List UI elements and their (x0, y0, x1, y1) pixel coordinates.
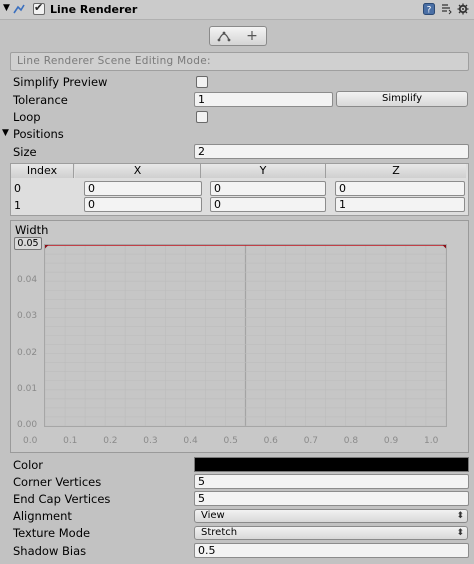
x-tick-label: 0.2 (103, 436, 118, 446)
help-icon[interactable]: ? (423, 3, 435, 16)
x-tick-label: 0.5 (223, 436, 238, 446)
end-cap-vertices-field[interactable]: 5 (194, 491, 469, 506)
y-tick-label: 0.04 (17, 275, 38, 286)
corner-vertices-field[interactable]: 5 (194, 474, 469, 489)
x-tick-label: 0.7 (303, 436, 319, 446)
y-tick-label: 0.01 (17, 383, 38, 394)
x-tick-label: 0.4 (183, 436, 198, 446)
position-x-field[interactable]: 0 (84, 181, 202, 196)
line-renderer-icon (13, 3, 25, 15)
x-tick-label: 1.0 (424, 436, 439, 446)
add-icon: + (246, 28, 258, 44)
svg-text:?: ? (427, 6, 432, 16)
y-tick-label: 0.03 (17, 311, 38, 322)
position-x-field[interactable]: 0 (84, 197, 202, 212)
x-tick-label: 0.1 (63, 436, 78, 446)
simplify-preview-checkbox[interactable] (196, 76, 208, 88)
width-curve-plot[interactable] (41, 241, 450, 427)
component-enabled-checkbox[interactable] (33, 1, 45, 15)
tolerance-label: Tolerance (13, 93, 68, 107)
simplify-button[interactable]: Simplify (336, 91, 468, 107)
width-curve-svg[interactable] (41, 241, 450, 427)
row-index: 1 (14, 199, 21, 212)
x-tick-label: 0.3 (143, 436, 158, 446)
gear-icon[interactable] (457, 3, 469, 15)
foldout-arrow-icon[interactable]: ▼ (3, 3, 10, 13)
scene-editing-mode-label: Line Renderer Scene Editing Mode: (17, 55, 211, 67)
position-z-field[interactable]: 1 (335, 197, 465, 212)
component-title: Line Renderer (50, 3, 138, 16)
column-header-z: Z (326, 164, 466, 178)
column-header-x: X (75, 164, 201, 178)
color-label: Color (13, 458, 44, 472)
position-y-field[interactable]: 0 (210, 197, 326, 212)
alignment-label: Alignment (13, 509, 72, 523)
table-row: 0 0 0 0 (11, 180, 467, 196)
y-tick-label: 0.00 (17, 420, 38, 430)
x-tick-label: 0.0 (23, 436, 38, 446)
column-header-y: Y (201, 164, 326, 178)
texture-mode-value: Stretch (201, 527, 238, 538)
size-label: Size (13, 145, 37, 159)
add-point-button[interactable]: + (238, 26, 267, 46)
alignment-value: View (201, 510, 225, 521)
x-tick-label: 0.9 (383, 436, 399, 446)
width-value-field[interactable]: 0.05 (14, 237, 42, 250)
shadow-bias-label: Shadow Bias (13, 544, 87, 558)
corner-vertices-label: Corner Vertices (13, 475, 102, 489)
table-row: 1 0 0 1 (11, 197, 467, 213)
simplify-preview-label: Simplify Preview (13, 75, 108, 89)
row-index: 0 (14, 182, 21, 195)
curve-key-point[interactable] (442, 241, 450, 249)
positions-foldout-icon[interactable]: ▼ (2, 128, 9, 138)
edit-points-button[interactable] (209, 26, 239, 46)
width-label: Width (15, 223, 49, 237)
shadow-bias-field[interactable]: 0.5 (194, 543, 469, 558)
tolerance-field[interactable]: 1 (194, 92, 333, 107)
scene-editing-mode-box: Line Renderer Scene Editing Mode: (10, 52, 469, 71)
component-header: ▼ Line Renderer ? (0, 0, 474, 20)
positions-label[interactable]: Positions (13, 127, 64, 141)
edit-points-icon (217, 31, 231, 42)
end-cap-vertices-label: End Cap Vertices (13, 492, 111, 506)
texture-mode-dropdown[interactable]: Stretch (194, 526, 468, 540)
preset-icon[interactable] (440, 3, 452, 15)
x-tick-label: 0.6 (263, 436, 278, 446)
position-z-field[interactable]: 0 (335, 181, 465, 196)
size-field[interactable]: 2 (194, 144, 469, 159)
texture-mode-label: Texture Mode (13, 526, 91, 540)
x-tick-label: 0.8 (343, 436, 359, 446)
alignment-dropdown[interactable]: View (194, 509, 468, 523)
loop-label: Loop (13, 110, 41, 124)
y-tick-label: 0.02 (17, 347, 38, 358)
position-y-field[interactable]: 0 (210, 181, 326, 196)
color-field[interactable] (194, 457, 469, 472)
column-header-index: Index (11, 164, 74, 178)
loop-checkbox[interactable] (196, 111, 208, 123)
